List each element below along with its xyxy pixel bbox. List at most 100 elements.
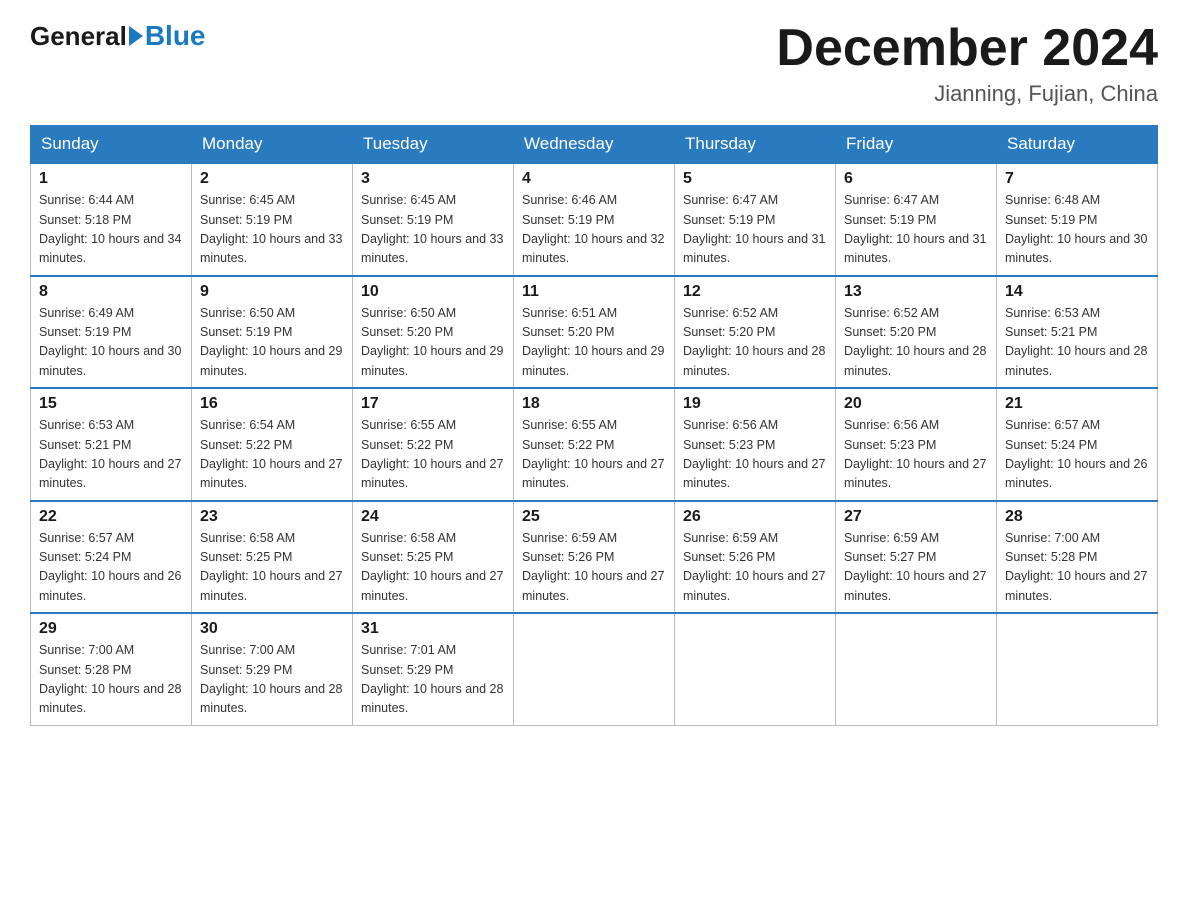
day-info: Sunrise: 6:56 AMSunset: 5:23 PMDaylight:… xyxy=(683,416,827,494)
day-info: Sunrise: 7:01 AMSunset: 5:29 PMDaylight:… xyxy=(361,641,505,719)
day-info: Sunrise: 7:00 AMSunset: 5:28 PMDaylight:… xyxy=(1005,529,1149,607)
calendar-cell: 18 Sunrise: 6:55 AMSunset: 5:22 PMDaylig… xyxy=(514,388,675,501)
day-info: Sunrise: 6:58 AMSunset: 5:25 PMDaylight:… xyxy=(361,529,505,607)
day-number: 19 xyxy=(683,395,827,413)
calendar-cell: 6 Sunrise: 6:47 AMSunset: 5:19 PMDayligh… xyxy=(836,163,997,276)
day-number: 25 xyxy=(522,508,666,526)
calendar-cell: 22 Sunrise: 6:57 AMSunset: 5:24 PMDaylig… xyxy=(31,501,192,614)
day-number: 23 xyxy=(200,508,344,526)
day-info: Sunrise: 6:46 AMSunset: 5:19 PMDaylight:… xyxy=(522,191,666,269)
day-number: 28 xyxy=(1005,508,1149,526)
calendar-cell: 12 Sunrise: 6:52 AMSunset: 5:20 PMDaylig… xyxy=(675,276,836,389)
calendar-cell: 29 Sunrise: 7:00 AMSunset: 5:28 PMDaylig… xyxy=(31,613,192,725)
day-info: Sunrise: 6:45 AMSunset: 5:19 PMDaylight:… xyxy=(361,191,505,269)
day-info: Sunrise: 6:45 AMSunset: 5:19 PMDaylight:… xyxy=(200,191,344,269)
day-number: 2 xyxy=(200,170,344,188)
calendar-header-monday: Monday xyxy=(192,126,353,164)
month-title: December 2024 xyxy=(776,20,1158,77)
calendar-week-row: 1 Sunrise: 6:44 AMSunset: 5:18 PMDayligh… xyxy=(31,163,1158,276)
day-info: Sunrise: 6:50 AMSunset: 5:20 PMDaylight:… xyxy=(361,304,505,382)
day-info: Sunrise: 6:53 AMSunset: 5:21 PMDaylight:… xyxy=(1005,304,1149,382)
calendar-cell: 2 Sunrise: 6:45 AMSunset: 5:19 PMDayligh… xyxy=(192,163,353,276)
calendar-week-row: 29 Sunrise: 7:00 AMSunset: 5:28 PMDaylig… xyxy=(31,613,1158,725)
day-info: Sunrise: 6:44 AMSunset: 5:18 PMDaylight:… xyxy=(39,191,183,269)
calendar-cell: 27 Sunrise: 6:59 AMSunset: 5:27 PMDaylig… xyxy=(836,501,997,614)
day-number: 3 xyxy=(361,170,505,188)
calendar-header-sunday: Sunday xyxy=(31,126,192,164)
day-info: Sunrise: 6:52 AMSunset: 5:20 PMDaylight:… xyxy=(683,304,827,382)
calendar-cell: 23 Sunrise: 6:58 AMSunset: 5:25 PMDaylig… xyxy=(192,501,353,614)
calendar-cell xyxy=(675,613,836,725)
calendar-cell xyxy=(836,613,997,725)
day-info: Sunrise: 6:52 AMSunset: 5:20 PMDaylight:… xyxy=(844,304,988,382)
calendar-cell: 16 Sunrise: 6:54 AMSunset: 5:22 PMDaylig… xyxy=(192,388,353,501)
day-number: 17 xyxy=(361,395,505,413)
page-header: General Blue December 2024 Jianning, Fuj… xyxy=(30,20,1158,107)
day-info: Sunrise: 6:59 AMSunset: 5:26 PMDaylight:… xyxy=(522,529,666,607)
calendar-week-row: 15 Sunrise: 6:53 AMSunset: 5:21 PMDaylig… xyxy=(31,388,1158,501)
calendar-cell: 9 Sunrise: 6:50 AMSunset: 5:19 PMDayligh… xyxy=(192,276,353,389)
day-number: 5 xyxy=(683,170,827,188)
calendar-cell: 11 Sunrise: 6:51 AMSunset: 5:20 PMDaylig… xyxy=(514,276,675,389)
calendar-cell: 3 Sunrise: 6:45 AMSunset: 5:19 PMDayligh… xyxy=(353,163,514,276)
calendar-cell: 24 Sunrise: 6:58 AMSunset: 5:25 PMDaylig… xyxy=(353,501,514,614)
day-number: 9 xyxy=(200,283,344,301)
logo-blue-text: Blue xyxy=(145,20,206,52)
day-info: Sunrise: 6:59 AMSunset: 5:26 PMDaylight:… xyxy=(683,529,827,607)
calendar-cell: 25 Sunrise: 6:59 AMSunset: 5:26 PMDaylig… xyxy=(514,501,675,614)
calendar-header-tuesday: Tuesday xyxy=(353,126,514,164)
day-info: Sunrise: 6:56 AMSunset: 5:23 PMDaylight:… xyxy=(844,416,988,494)
day-number: 12 xyxy=(683,283,827,301)
calendar-cell: 17 Sunrise: 6:55 AMSunset: 5:22 PMDaylig… xyxy=(353,388,514,501)
day-info: Sunrise: 6:47 AMSunset: 5:19 PMDaylight:… xyxy=(844,191,988,269)
day-info: Sunrise: 6:51 AMSunset: 5:20 PMDaylight:… xyxy=(522,304,666,382)
day-number: 8 xyxy=(39,283,183,301)
calendar-header-row: SundayMondayTuesdayWednesdayThursdayFrid… xyxy=(31,126,1158,164)
day-number: 30 xyxy=(200,620,344,638)
day-info: Sunrise: 6:58 AMSunset: 5:25 PMDaylight:… xyxy=(200,529,344,607)
calendar-week-row: 8 Sunrise: 6:49 AMSunset: 5:19 PMDayligh… xyxy=(31,276,1158,389)
calendar-cell: 19 Sunrise: 6:56 AMSunset: 5:23 PMDaylig… xyxy=(675,388,836,501)
location-text: Jianning, Fujian, China xyxy=(776,81,1158,107)
calendar-cell: 14 Sunrise: 6:53 AMSunset: 5:21 PMDaylig… xyxy=(997,276,1158,389)
calendar-cell: 31 Sunrise: 7:01 AMSunset: 5:29 PMDaylig… xyxy=(353,613,514,725)
calendar-cell xyxy=(514,613,675,725)
day-number: 24 xyxy=(361,508,505,526)
calendar-cell: 1 Sunrise: 6:44 AMSunset: 5:18 PMDayligh… xyxy=(31,163,192,276)
day-number: 6 xyxy=(844,170,988,188)
day-info: Sunrise: 6:50 AMSunset: 5:19 PMDaylight:… xyxy=(200,304,344,382)
day-info: Sunrise: 6:54 AMSunset: 5:22 PMDaylight:… xyxy=(200,416,344,494)
calendar-table: SundayMondayTuesdayWednesdayThursdayFrid… xyxy=(30,125,1158,726)
day-info: Sunrise: 6:53 AMSunset: 5:21 PMDaylight:… xyxy=(39,416,183,494)
title-section: December 2024 Jianning, Fujian, China xyxy=(776,20,1158,107)
day-number: 14 xyxy=(1005,283,1149,301)
day-number: 15 xyxy=(39,395,183,413)
day-info: Sunrise: 7:00 AMSunset: 5:28 PMDaylight:… xyxy=(39,641,183,719)
day-info: Sunrise: 6:57 AMSunset: 5:24 PMDaylight:… xyxy=(39,529,183,607)
calendar-week-row: 22 Sunrise: 6:57 AMSunset: 5:24 PMDaylig… xyxy=(31,501,1158,614)
day-info: Sunrise: 6:57 AMSunset: 5:24 PMDaylight:… xyxy=(1005,416,1149,494)
day-info: Sunrise: 6:48 AMSunset: 5:19 PMDaylight:… xyxy=(1005,191,1149,269)
calendar-cell: 26 Sunrise: 6:59 AMSunset: 5:26 PMDaylig… xyxy=(675,501,836,614)
day-number: 18 xyxy=(522,395,666,413)
calendar-cell: 4 Sunrise: 6:46 AMSunset: 5:19 PMDayligh… xyxy=(514,163,675,276)
day-info: Sunrise: 6:59 AMSunset: 5:27 PMDaylight:… xyxy=(844,529,988,607)
logo-triangle-icon xyxy=(129,26,143,46)
day-number: 31 xyxy=(361,620,505,638)
day-number: 22 xyxy=(39,508,183,526)
day-number: 13 xyxy=(844,283,988,301)
calendar-cell: 7 Sunrise: 6:48 AMSunset: 5:19 PMDayligh… xyxy=(997,163,1158,276)
calendar-cell: 10 Sunrise: 6:50 AMSunset: 5:20 PMDaylig… xyxy=(353,276,514,389)
day-info: Sunrise: 6:55 AMSunset: 5:22 PMDaylight:… xyxy=(522,416,666,494)
calendar-cell: 20 Sunrise: 6:56 AMSunset: 5:23 PMDaylig… xyxy=(836,388,997,501)
day-info: Sunrise: 6:55 AMSunset: 5:22 PMDaylight:… xyxy=(361,416,505,494)
calendar-cell: 21 Sunrise: 6:57 AMSunset: 5:24 PMDaylig… xyxy=(997,388,1158,501)
calendar-header-thursday: Thursday xyxy=(675,126,836,164)
calendar-header-friday: Friday xyxy=(836,126,997,164)
day-info: Sunrise: 6:47 AMSunset: 5:19 PMDaylight:… xyxy=(683,191,827,269)
calendar-cell: 30 Sunrise: 7:00 AMSunset: 5:29 PMDaylig… xyxy=(192,613,353,725)
logo: General Blue xyxy=(30,20,206,52)
day-number: 21 xyxy=(1005,395,1149,413)
calendar-cell: 8 Sunrise: 6:49 AMSunset: 5:19 PMDayligh… xyxy=(31,276,192,389)
logo-general-text: General xyxy=(30,21,127,52)
